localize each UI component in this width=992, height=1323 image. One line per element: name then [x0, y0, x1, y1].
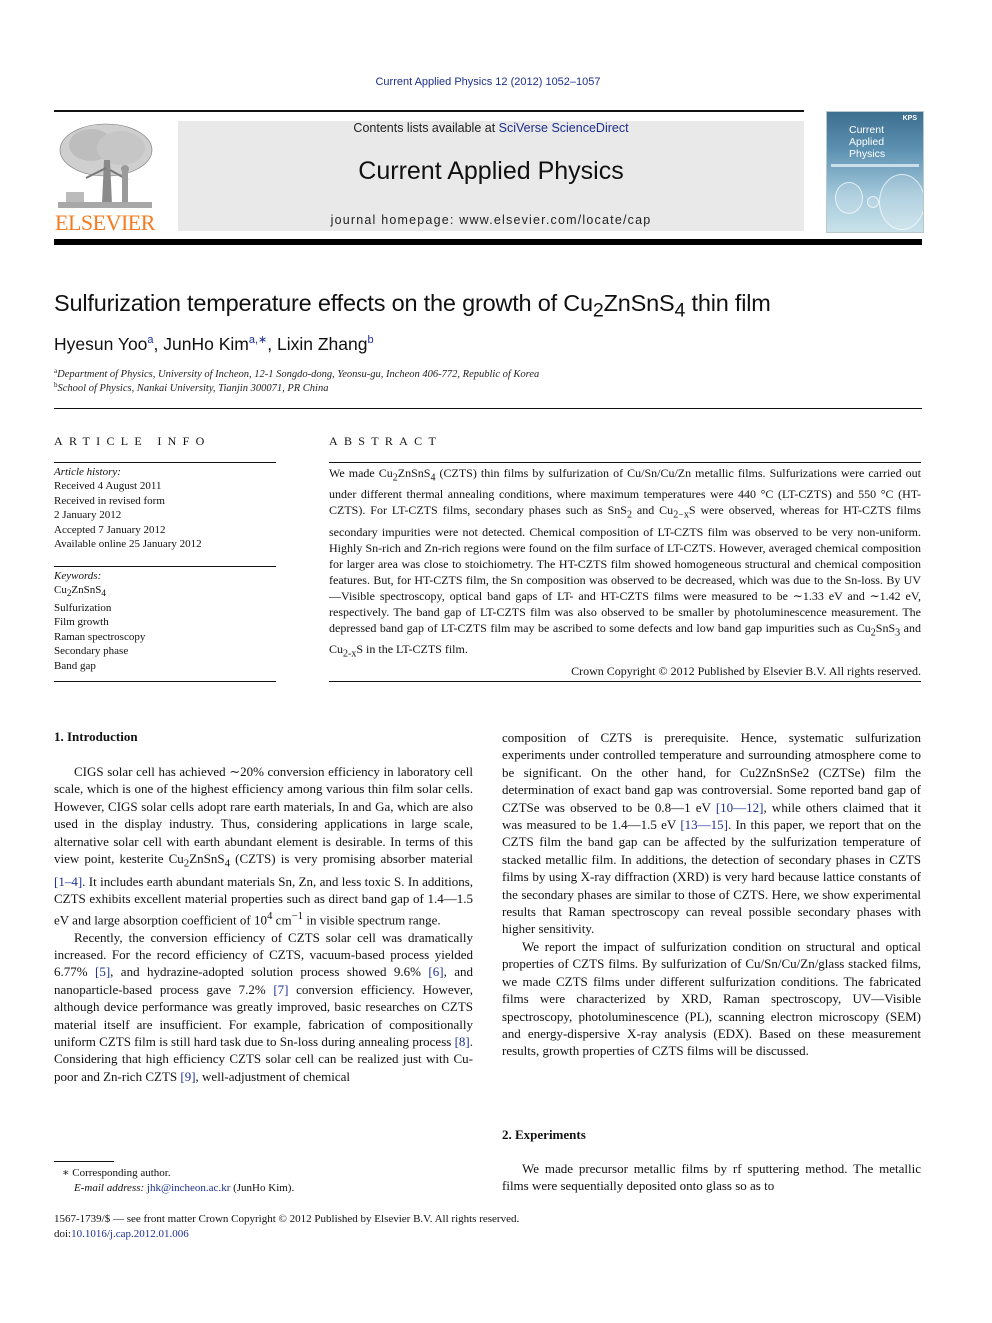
paragraph: We made precursor metallic films by rf s… [502, 1161, 921, 1194]
history-item: Received 4 August 2011 [54, 480, 162, 493]
cover-title: Current Applied Physics [849, 124, 885, 160]
history-item: Available online 25 January 2012 [54, 538, 202, 551]
journal-reference-link[interactable]: Current Applied Physics 12 (2012) 1052–1… [0, 76, 976, 88]
keyword: Raman spectroscopy [54, 630, 146, 643]
issn-line: 1567-1739/$ — see front matter Crown Cop… [54, 1213, 520, 1225]
abstract-copyright: Crown Copyright © 2012 Published by Else… [571, 663, 921, 678]
divider [54, 566, 276, 567]
author-name: Lixin Zhang [277, 334, 368, 354]
contents-prefix: Contents lists available at [353, 121, 499, 135]
author-affiliation-link[interactable]: a [147, 334, 153, 346]
email-link[interactable]: jhk@incheon.ac.kr [147, 1182, 230, 1194]
abstract-paragraph: We made Cu2ZnSnS4 (CZTS) thin films by s… [329, 466, 921, 660]
keyword: Sulfurization [54, 602, 112, 614]
cover-title-line: Applied [849, 136, 885, 148]
article-title: Sulfurization temperature effects on the… [54, 290, 771, 322]
article-history: Article history: Received 4 August 2011 … [54, 465, 276, 551]
journal-homepage-link[interactable]: journal homepage: www.elsevier.com/locat… [178, 213, 804, 227]
keywords: Keywords: Cu2ZnSnS4 Sulfurization Film g… [54, 569, 276, 673]
journal-cover-image[interactable]: KPS Current Applied Physics [826, 111, 924, 233]
citation-link[interactable]: [5] [95, 964, 110, 979]
cover-badge: KPS [902, 115, 917, 122]
cover-bubble [879, 174, 923, 230]
keywords-label: Keywords: [54, 570, 102, 582]
doi-line: doi:10.1016/j.cap.2012.01.006 [54, 1228, 189, 1240]
keyword: Film growth [54, 616, 109, 629]
section-heading-introduction: 1. Introduction [54, 729, 138, 744]
elsevier-tree-icon [58, 123, 153, 208]
introduction-body-continued: composition of CZTS is prerequisite. Hen… [502, 729, 921, 1060]
author-affiliation-link[interactable]: a,∗ [249, 334, 267, 346]
corresponding-author-note: ∗ Corresponding author. [62, 1167, 171, 1179]
elsevier-wordmark: ELSEVIER [55, 210, 155, 235]
header-thick-rule [54, 239, 922, 245]
cover-bubble [835, 182, 863, 214]
divider [54, 408, 922, 409]
divider [329, 462, 921, 463]
citation-link[interactable]: [1–4] [54, 874, 82, 889]
history-item: 2 January 2012 [54, 509, 122, 522]
cover-title-line: Physics [849, 148, 886, 160]
divider [329, 681, 921, 682]
paragraph: Recently, the conversion efficiency of C… [54, 929, 473, 1084]
divider [54, 681, 276, 682]
author-affiliation-link[interactable]: b [367, 334, 373, 346]
journal-banner: Contents lists available at SciVerse Sci… [178, 121, 804, 231]
affiliation: bSchool of Physics, Nankai University, T… [54, 381, 329, 394]
cover-bubble [867, 196, 879, 208]
author-name: JunHo Kim [163, 334, 249, 354]
front-matter: 1567-1739/$ — see front matter Crown Cop… [54, 1212, 519, 1242]
article-info-heading: ARTICLE INFO [54, 434, 211, 448]
header-top-rule [54, 110, 804, 112]
paragraph: CIGS solar cell has achieved ∼20% conver… [54, 764, 474, 928]
keyword: Cu2ZnSnS4 [54, 584, 106, 599]
journal-title: Current Applied Physics [358, 157, 624, 185]
sciencedirect-link[interactable]: SciVerse ScienceDirect [499, 121, 629, 135]
citation-link[interactable]: [10—12] [716, 800, 764, 815]
author-list: Hyesun Yooa, JunHo Kima,∗, Lixin Zhangb [54, 334, 374, 354]
history-item: Accepted 7 January 2012 [54, 523, 166, 536]
footnote-rule [54, 1161, 114, 1162]
affiliation: aDepartment of Physics, University of In… [54, 367, 540, 380]
email-note: E-mail address: jhk@incheon.ac.kr (JunHo… [74, 1182, 295, 1194]
introduction-body: CIGS solar cell has achieved ∼20% conver… [54, 763, 473, 1085]
cover-subtitle-bar [831, 164, 919, 167]
citation-link[interactable]: [6] [428, 964, 443, 979]
doi-link[interactable]: 10.1016/j.cap.2012.01.006 [71, 1228, 189, 1240]
footnote: ∗ Corresponding author. E-mail address: … [54, 1166, 294, 1196]
history-item: Received in revised form [54, 494, 165, 507]
contents-line: Contents lists available at SciVerse Sci… [178, 121, 804, 135]
abstract-heading: ABSTRACT [329, 434, 443, 448]
history-label: Article history: [54, 466, 121, 478]
keyword: Secondary phase [54, 645, 129, 658]
keyword: Band gap [54, 659, 96, 672]
citation-link[interactable]: [8] [455, 1034, 470, 1049]
divider [54, 462, 276, 463]
citation-link[interactable]: [9] [180, 1069, 195, 1084]
elsevier-logo[interactable]: ELSEVIER [52, 120, 158, 235]
citation-link[interactable]: [13—15] [680, 817, 728, 832]
citation-link[interactable]: [7] [273, 982, 288, 997]
experiments-body: We made precursor metallic films by rf s… [502, 1160, 921, 1195]
paragraph: We report the impact of sulfurization co… [502, 938, 921, 1059]
author-name: Hyesun Yoo [54, 334, 148, 354]
abstract-body: We made Cu2ZnSnS4 (CZTS) thin films by s… [329, 465, 921, 679]
section-heading-experiments: 2. Experiments [502, 1127, 586, 1142]
paragraph: composition of CZTS is prerequisite. Hen… [502, 730, 921, 937]
cover-title-line: Current [849, 124, 885, 136]
